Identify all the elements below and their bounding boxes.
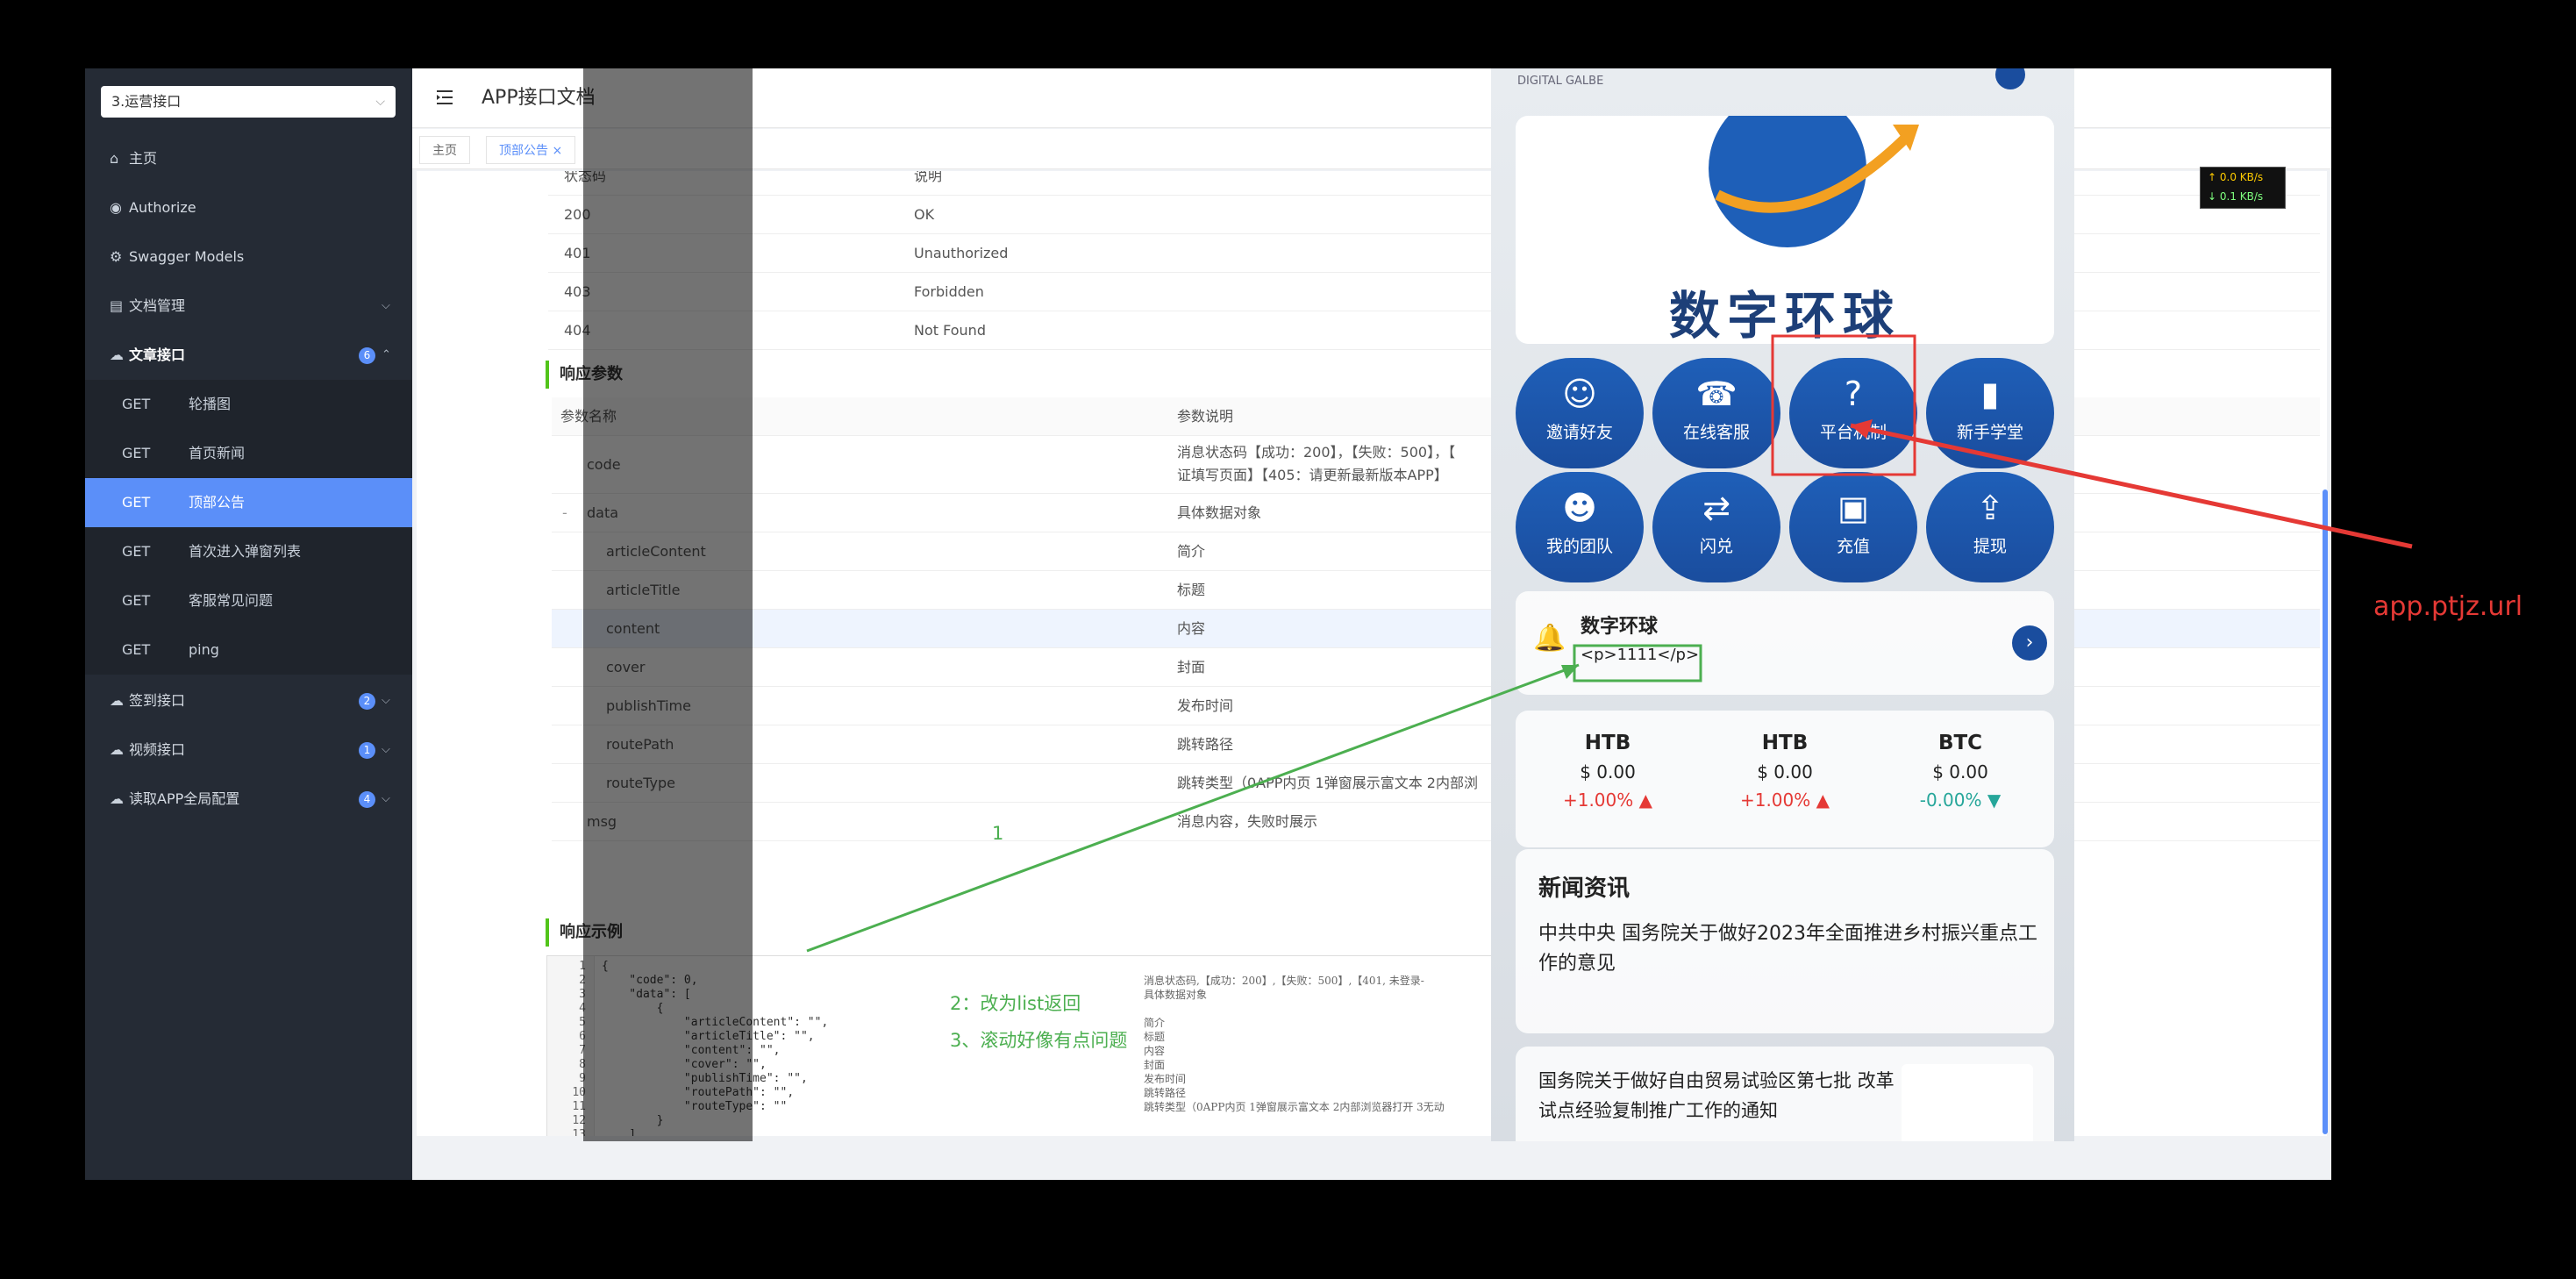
annotation-3: 3、滚动好像有点问题: [950, 1030, 1128, 1051]
arrowhead-red: [1851, 419, 1873, 439]
annotation-layer: [806, 334, 2413, 953]
highlight-box-green: [1573, 644, 1702, 682]
annotation-2: 2：改为list返回: [950, 993, 1081, 1014]
arrowhead-green: [1561, 665, 1579, 679]
arrow-red: [1850, 423, 2413, 549]
annotation-url: app.ptjz.url: [2373, 591, 2523, 622]
screen: 3.运营接口 ⌵ ⌂ 主页 ◉ Authorize ⚙ Swagger Models ▤…: [0, 0, 2576, 1279]
highlight-box-red: [1771, 334, 1916, 476]
annotation-1: 1: [992, 823, 1004, 844]
arrow-green: [806, 663, 1580, 953]
